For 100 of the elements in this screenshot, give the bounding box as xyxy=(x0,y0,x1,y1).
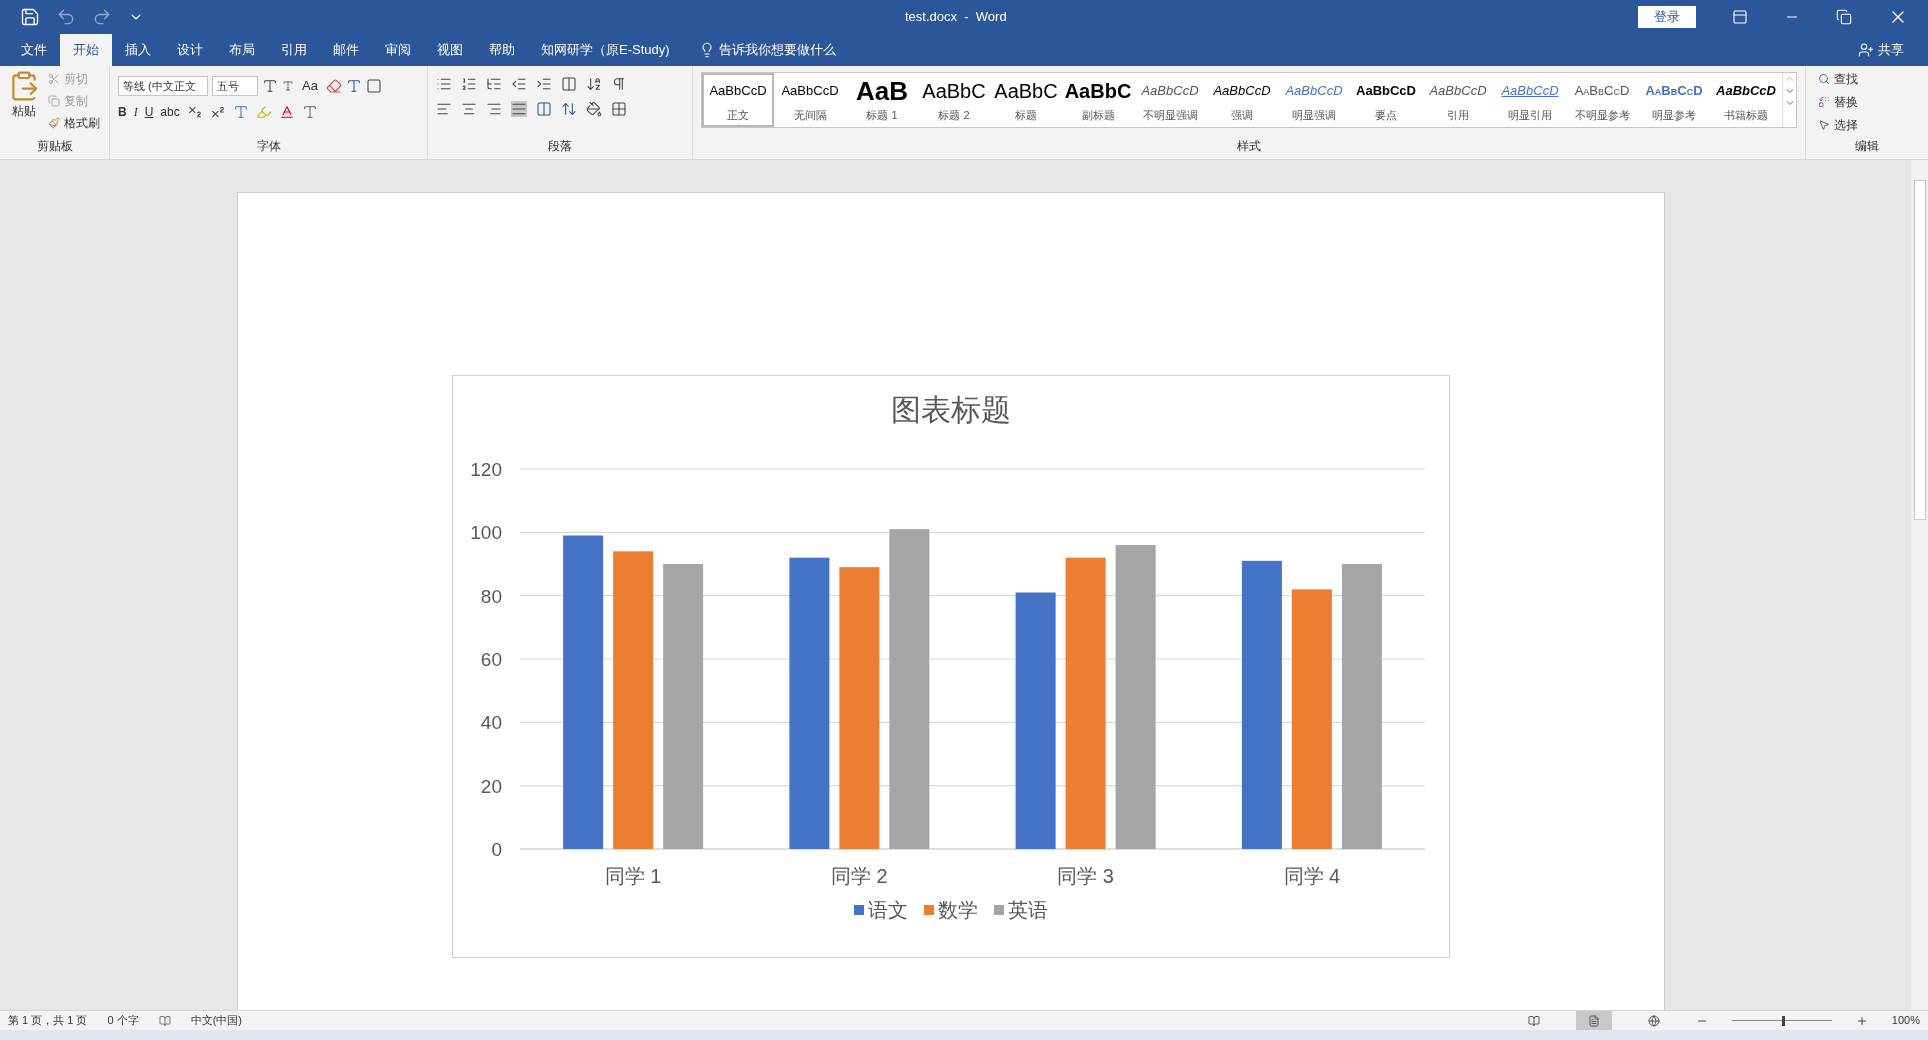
group-label: 剪贴板 xyxy=(35,138,74,155)
category-label: 同学 4 xyxy=(1283,865,1341,887)
format-button[interactable]: B xyxy=(118,103,127,121)
group-label: 样式 xyxy=(1236,138,1262,155)
style-item[interactable]: AaBbCcD 正文 xyxy=(702,73,774,127)
zoom-slider[interactable] xyxy=(1731,1014,1832,1027)
style-item[interactable]: AaBbCcD 要点 xyxy=(1350,73,1422,127)
window-title: test.docx - Word xyxy=(905,8,1007,27)
axis-label: 40 xyxy=(480,712,502,734)
axis-label: 20 xyxy=(480,775,502,797)
format-painter-button[interactable]: 格式刷 xyxy=(64,114,100,132)
share-link[interactable]: 共享 xyxy=(1878,40,1904,60)
axis-label: 0 xyxy=(491,839,502,860)
category-label: 同学 1 xyxy=(604,865,662,887)
align-right-icon[interactable] xyxy=(486,101,502,117)
replace-button[interactable]: 替换 xyxy=(1834,93,1858,111)
borders-icon[interactable] xyxy=(611,101,627,117)
ribbon-tab[interactable]: 插入 xyxy=(112,34,164,66)
page-count: 第 1 页，共 1 页 xyxy=(8,1013,88,1029)
character-border-icon[interactable] xyxy=(365,78,382,94)
sort-icon[interactable] xyxy=(586,76,602,92)
ribbon-tab[interactable]: 视图 xyxy=(424,34,476,66)
restore-icon[interactable] xyxy=(1836,9,1852,25)
group-label: 段落 xyxy=(547,138,573,155)
multilevel-list-icon[interactable] xyxy=(486,76,502,92)
find-button[interactable]: 查找 xyxy=(1834,70,1858,88)
axis-label: 60 xyxy=(480,649,502,670)
style-item[interactable]: AaBbCcD 强调 xyxy=(1206,73,1278,127)
legend-label: 数学 xyxy=(938,898,978,923)
style-item[interactable]: AaBbC 标题 xyxy=(990,73,1062,127)
ribbon-tab[interactable]: 布局 xyxy=(216,34,268,66)
style-item[interactable]: AaBbC 副标题 xyxy=(1062,73,1134,127)
style-item[interactable]: AaBbCcD 无间隔 xyxy=(774,73,846,127)
style-item[interactable]: AaBbCcD 不明显参考 xyxy=(1566,73,1638,127)
style-item[interactable]: AaBbCcD 明显参考 xyxy=(1638,73,1710,127)
pilcrow-icon[interactable] xyxy=(611,76,627,92)
style-item[interactable]: AaBbCcD 明显强调 xyxy=(1278,73,1350,127)
ribbon-tab[interactable]: 开始 xyxy=(60,34,112,66)
proofing-icon[interactable] xyxy=(158,1014,171,1027)
format-button[interactable]: I xyxy=(133,103,138,121)
page-icon xyxy=(1587,1014,1600,1027)
category-label: 同学 3 xyxy=(1057,865,1114,887)
font-name-field[interactable]: 等线 (中文正文 xyxy=(118,76,208,96)
legend-label: 英语 xyxy=(1008,898,1048,923)
axis-label: 100 xyxy=(470,522,502,544)
justify-icon[interactable] xyxy=(511,101,527,117)
style-item[interactable]: AaBbC 标题 2 xyxy=(918,73,990,127)
superscript-icon[interactable] xyxy=(209,104,226,120)
align-left-icon[interactable] xyxy=(436,101,452,117)
group-label: 字体 xyxy=(255,138,282,155)
font-color-icon[interactable] xyxy=(278,104,295,120)
redo-icon[interactable] xyxy=(92,7,112,27)
ribbon-tab[interactable]: 设计 xyxy=(164,34,216,66)
book-icon xyxy=(1527,1014,1540,1027)
scroll-thumb[interactable] xyxy=(1913,180,1926,520)
pointer-icon[interactable] xyxy=(1818,119,1830,131)
undo-icon[interactable] xyxy=(56,7,76,27)
style-item[interactable]: AaBbCcD 书籍标题 xyxy=(1710,73,1782,127)
ribbon-tab[interactable]: 邮件 xyxy=(320,34,372,66)
search-icon[interactable] xyxy=(1818,73,1830,85)
ribbon-tab[interactable]: 帮助 xyxy=(476,34,528,66)
tell-me-field[interactable]: 告诉我你想要做什么 xyxy=(718,40,836,60)
zoom-level[interactable]: 100% xyxy=(1891,1012,1920,1029)
shading-icon[interactable] xyxy=(586,101,602,117)
style-item[interactable]: AaBbCcD 明显引用 xyxy=(1494,73,1566,127)
ribbon-tab[interactable]: 审阅 xyxy=(372,34,424,66)
paste-button[interactable]: 粘贴 xyxy=(12,102,36,120)
user-icon[interactable] xyxy=(1858,42,1874,58)
style-item[interactable]: AaBbCcD 不明显强调 xyxy=(1134,73,1206,127)
font-size-field[interactable]: 五号 xyxy=(212,76,258,96)
group-label: 编辑 xyxy=(1854,138,1880,155)
format-button[interactable]: abc xyxy=(160,103,180,121)
ribbon-tab[interactable]: 知网研学（原E-Study) xyxy=(528,34,683,66)
zoom-in-icon[interactable] xyxy=(1855,1014,1868,1027)
zoom-thumb[interactable] xyxy=(1781,1015,1785,1026)
globe-icon xyxy=(1647,1014,1660,1027)
ribbon-display-icon[interactable] xyxy=(1732,9,1748,25)
replace-icon[interactable] xyxy=(1818,96,1830,108)
style-item[interactable]: AaBbCcD 引用 xyxy=(1422,73,1494,127)
style-item[interactable]: AaB 标题 1 xyxy=(846,73,918,127)
paintbrush-icon[interactable] xyxy=(48,117,60,129)
view-button[interactable] xyxy=(1575,1010,1612,1031)
ribbon-tab[interactable]: 文件 xyxy=(8,34,60,66)
change-case-button[interactable]: Aa xyxy=(298,76,322,96)
align-center-icon[interactable] xyxy=(461,101,477,117)
decrease-indent-icon[interactable] xyxy=(511,76,527,92)
eraser-icon[interactable] xyxy=(325,78,342,94)
save-icon[interactable] xyxy=(20,7,40,27)
numbering-icon[interactable] xyxy=(461,76,477,92)
subscript-icon[interactable] xyxy=(186,104,203,120)
select-button[interactable]: 选择 xyxy=(1834,116,1858,134)
word-count: 0 个字 xyxy=(107,1013,139,1029)
increase-indent-icon[interactable] xyxy=(536,76,552,92)
ribbon-tab[interactable]: 引用 xyxy=(268,34,320,66)
axis-label: 80 xyxy=(480,585,502,607)
bullets-icon[interactable] xyxy=(436,76,452,92)
login-button[interactable]: 登录 xyxy=(1638,6,1696,28)
language-label[interactable]: 中文(中国) xyxy=(190,1012,242,1029)
line-spacing-icon[interactable] xyxy=(561,101,577,117)
format-button[interactable]: U xyxy=(144,103,154,121)
